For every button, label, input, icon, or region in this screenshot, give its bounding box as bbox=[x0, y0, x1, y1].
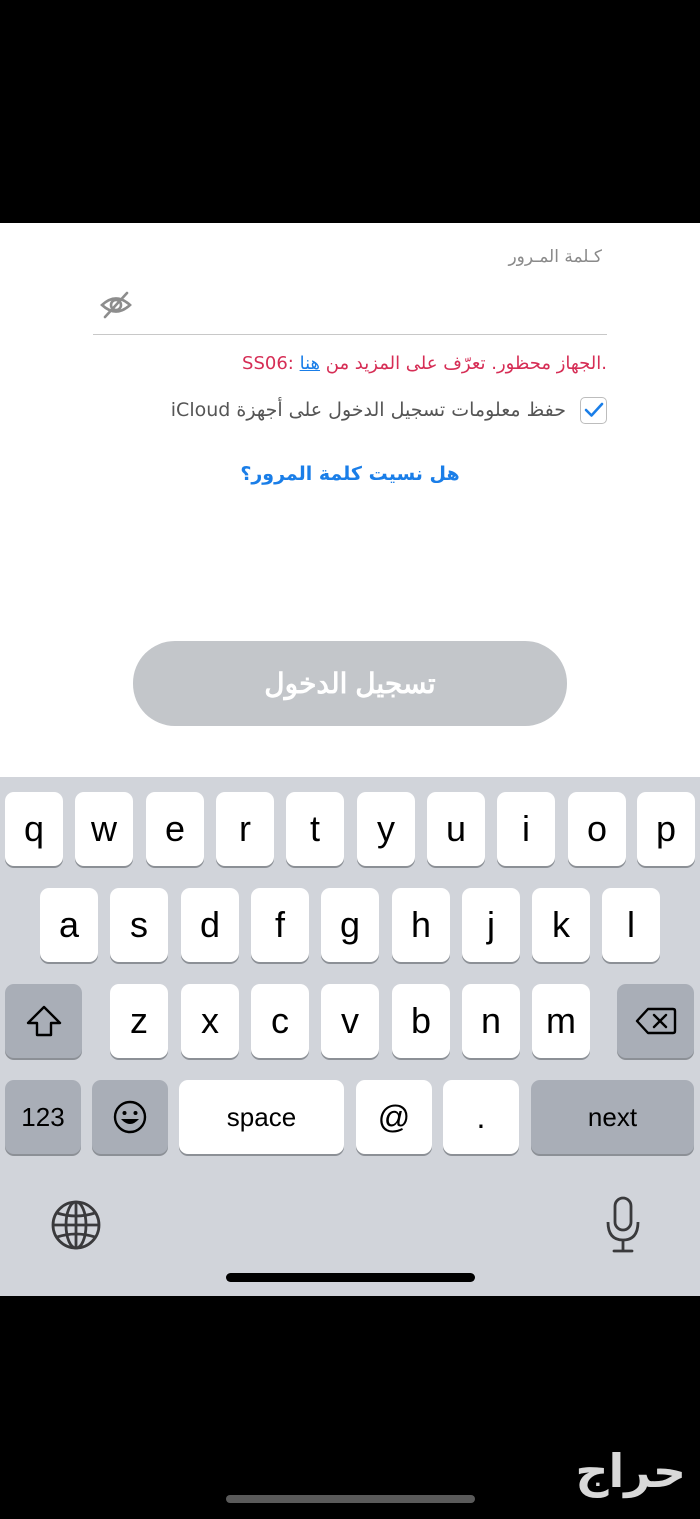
home-indicator-ghost bbox=[226, 1495, 475, 1503]
space-key[interactable]: space bbox=[179, 1080, 344, 1154]
key-v[interactable]: v bbox=[321, 984, 379, 1058]
numbers-key[interactable]: 123 bbox=[5, 1080, 81, 1154]
remember-checkbox[interactable] bbox=[580, 396, 607, 424]
login-form: كـلمة المـرور .الجهاز محظور. تعرّف على ا… bbox=[0, 223, 700, 777]
key-a[interactable]: a bbox=[40, 888, 98, 962]
key-s[interactable]: s bbox=[110, 888, 168, 962]
key-k[interactable]: k bbox=[532, 888, 590, 962]
keyboard: q w e r t y u i o p a s d f g h j k l z … bbox=[0, 777, 700, 1296]
next-key[interactable]: next bbox=[531, 1080, 694, 1154]
shift-key[interactable] bbox=[5, 984, 82, 1058]
checkmark-icon bbox=[584, 402, 603, 417]
eye-slash-icon[interactable] bbox=[99, 290, 133, 320]
key-q[interactable]: q bbox=[5, 792, 63, 866]
key-t[interactable]: t bbox=[286, 792, 344, 866]
error-code: :SS06 bbox=[242, 353, 300, 374]
password-label: كـلمة المـرور bbox=[508, 247, 602, 267]
globe-icon[interactable] bbox=[48, 1197, 104, 1253]
emoji-icon bbox=[113, 1100, 147, 1134]
device-blocked-error: .الجهاز محظور. تعرّف على المزيد من هنا :… bbox=[242, 353, 607, 374]
remember-label: حفظ معلومات تسجيل الدخول على أجهزة iClou… bbox=[170, 399, 566, 421]
key-h[interactable]: h bbox=[392, 888, 450, 962]
top-black-area bbox=[0, 0, 700, 223]
dot-key[interactable]: . bbox=[443, 1080, 519, 1154]
key-i[interactable]: i bbox=[497, 792, 555, 866]
key-z[interactable]: z bbox=[110, 984, 168, 1058]
key-j[interactable]: j bbox=[462, 888, 520, 962]
key-n[interactable]: n bbox=[462, 984, 520, 1058]
key-p[interactable]: p bbox=[637, 792, 695, 866]
bottom-black-area: حراج bbox=[0, 1296, 700, 1519]
forgot-password-link[interactable]: هل نسيت كلمة المرور؟ bbox=[0, 463, 700, 485]
backspace-icon bbox=[635, 1007, 676, 1035]
key-m[interactable]: m bbox=[532, 984, 590, 1058]
key-u[interactable]: u bbox=[427, 792, 485, 866]
key-d[interactable]: d bbox=[181, 888, 239, 962]
delete-key[interactable] bbox=[617, 984, 694, 1058]
key-e[interactable]: e bbox=[146, 792, 204, 866]
home-indicator bbox=[226, 1273, 475, 1282]
key-c[interactable]: c bbox=[251, 984, 309, 1058]
remember-login-row[interactable]: حفظ معلومات تسجيل الدخول على أجهزة iClou… bbox=[171, 395, 607, 425]
at-key[interactable]: @ bbox=[356, 1080, 432, 1154]
shift-icon bbox=[26, 1005, 61, 1037]
key-f[interactable]: f bbox=[251, 888, 309, 962]
learn-more-link[interactable]: هنا bbox=[300, 353, 320, 374]
key-l[interactable]: l bbox=[602, 888, 660, 962]
key-g[interactable]: g bbox=[321, 888, 379, 962]
microphone-icon[interactable] bbox=[603, 1195, 643, 1255]
key-b[interactable]: b bbox=[392, 984, 450, 1058]
key-o[interactable]: o bbox=[568, 792, 626, 866]
key-r[interactable]: r bbox=[216, 792, 274, 866]
key-y[interactable]: y bbox=[357, 792, 415, 866]
password-input[interactable] bbox=[93, 279, 607, 335]
key-x[interactable]: x bbox=[181, 984, 239, 1058]
emoji-key[interactable] bbox=[92, 1080, 168, 1154]
error-text: .الجهاز محظور. تعرّف على المزيد من bbox=[320, 353, 607, 374]
login-button[interactable]: تسجيل الدخول bbox=[133, 641, 567, 726]
haraj-watermark: حراج bbox=[575, 1444, 686, 1498]
key-w[interactable]: w bbox=[75, 792, 133, 866]
